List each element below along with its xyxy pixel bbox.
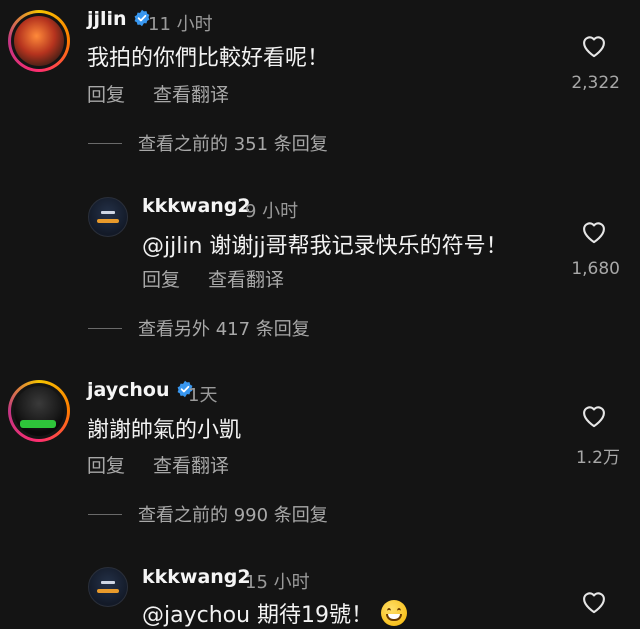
translate-button[interactable]: 查看翻译 <box>153 451 229 478</box>
avatar-jaychou[interactable] <box>8 380 70 442</box>
comment-time: 1天 <box>188 385 218 406</box>
view-previous-replies-button[interactable]: 查看之前的 990 条回复 <box>88 501 328 527</box>
grinning-face-icon <box>381 600 408 626</box>
like-count: 1,680 <box>571 259 620 279</box>
heart-icon[interactable] <box>580 588 608 614</box>
avatar-kkkwang2[interactable] <box>88 197 128 237</box>
reply-button[interactable]: 回复 <box>142 265 180 292</box>
heart-icon[interactable] <box>580 402 608 428</box>
comment-text: @jjlin 谢谢jj哥帮我记录快乐的符号！ <box>142 234 508 259</box>
username[interactable]: kkkwang2 <box>142 566 251 588</box>
reply-button[interactable]: 回复 <box>87 451 125 478</box>
translate-button[interactable]: 查看翻译 <box>208 265 284 292</box>
comment-text: @jaychou 期待19號！ <box>142 597 408 629</box>
view-more-replies-button[interactable]: 查看另外 417 条回复 <box>88 315 310 341</box>
username[interactable]: jjlin <box>87 8 151 30</box>
like-count: 1.2万 <box>575 448 620 468</box>
avatar-jjlin[interactable] <box>8 10 70 72</box>
comment-time: 9 小时 <box>245 201 299 222</box>
translate-button[interactable]: 查看翻译 <box>153 80 229 107</box>
divider-line <box>88 513 122 515</box>
heart-icon[interactable] <box>580 32 608 58</box>
avatar-kkkwang2[interactable] <box>88 567 128 607</box>
reply-button[interactable]: 回复 <box>87 80 125 107</box>
view-replies-label: 查看之前的 990 条回复 <box>138 505 328 526</box>
divider-line <box>88 327 122 329</box>
comment-text: 謝謝帥氣的小凱 <box>87 418 242 443</box>
comment-text: 我拍的你們比較好看呢！ <box>87 46 330 71</box>
username[interactable]: jaychou <box>87 379 194 401</box>
view-replies-label: 查看另外 417 条回复 <box>138 319 310 340</box>
username[interactable]: kkkwang2 <box>142 195 251 217</box>
comment-time: 11 小时 <box>148 14 213 35</box>
view-replies-label: 查看之前的 351 条回复 <box>138 134 328 155</box>
view-previous-replies-button[interactable]: 查看之前的 351 条回复 <box>88 130 328 156</box>
like-count: 2,322 <box>571 73 620 93</box>
comment-time: 15 小时 <box>245 572 310 593</box>
heart-icon[interactable] <box>580 218 608 244</box>
divider-line <box>88 142 122 144</box>
